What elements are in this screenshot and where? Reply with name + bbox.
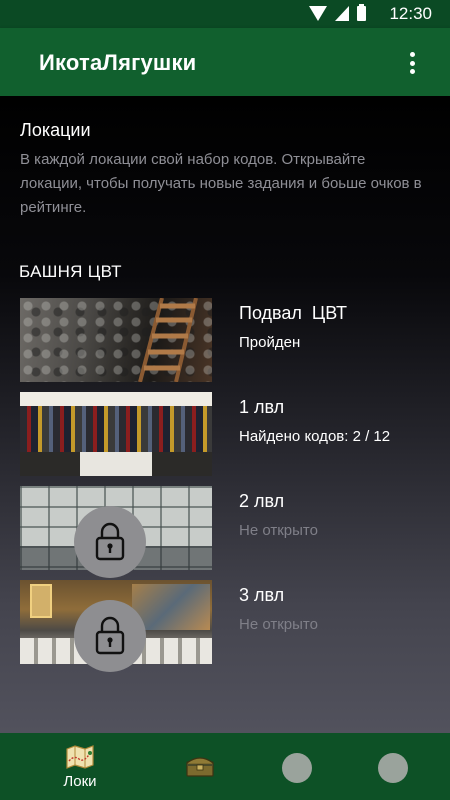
intro-description: В каждой локации свой набор кодов. Откры… — [20, 151, 422, 216]
location-name: 2 лвл — [239, 491, 285, 511]
overflow-menu-button[interactable] — [406, 50, 418, 76]
nav-tab-label: Локи — [63, 773, 97, 790]
location-status: Не открыто — [239, 522, 318, 539]
map-icon — [66, 745, 94, 769]
chest-icon — [186, 757, 214, 777]
nav-tab-locations[interactable]: Локи — [50, 733, 110, 800]
location-thumbnail — [20, 298, 212, 382]
location-item-level-3[interactable]: 3 лвл Не открыто — [20, 580, 440, 672]
signal-icon — [335, 6, 349, 21]
location-name: 1 лвл — [239, 397, 285, 417]
stairs-image — [138, 298, 198, 382]
lock-icon — [74, 506, 146, 578]
app-title: ИкотаЛягушки — [39, 50, 197, 75]
location-name: Подвал ЦВТ — [239, 303, 348, 323]
location-item-level-2[interactable]: 2 лвл Не открыто — [20, 486, 440, 578]
circle-icon — [282, 753, 312, 783]
nav-tab-3[interactable] — [278, 733, 318, 800]
status-time: 12:30 — [389, 4, 432, 23]
location-status: Найдено кодов: 2 / 12 — [239, 428, 391, 445]
intro-title: Локации — [20, 120, 91, 140]
location-item-level-1[interactable]: 1 лвл Найдено кодов: 2 / 12 — [20, 392, 440, 476]
status-bar: 12:30 — [0, 0, 450, 28]
nav-tab-chest[interactable] — [180, 733, 220, 800]
location-thumbnail — [20, 392, 212, 476]
battery-icon — [357, 4, 366, 21]
menu-dot — [409, 60, 415, 66]
wifi-icon — [309, 6, 327, 21]
locations-screen[interactable]: Локации В каждой локации свой набор кодо… — [0, 96, 450, 733]
bottom-navigation: Локи — [0, 733, 450, 800]
location-status: Пройден — [239, 334, 301, 351]
location-item-basement[interactable]: Подвал ЦВТ Пройден — [20, 298, 440, 382]
lock-icon — [74, 600, 146, 672]
status-icons — [309, 4, 366, 21]
circle-icon — [378, 753, 408, 783]
nav-tab-4[interactable] — [374, 733, 414, 800]
location-status: Не открыто — [239, 616, 318, 633]
menu-dot — [409, 69, 415, 74]
location-name: 3 лвл — [239, 585, 285, 605]
app-bar: ИкотаЛягушки — [0, 28, 450, 96]
menu-dot — [409, 52, 415, 57]
section-title: БАШНЯ ЦВТ — [19, 262, 122, 281]
